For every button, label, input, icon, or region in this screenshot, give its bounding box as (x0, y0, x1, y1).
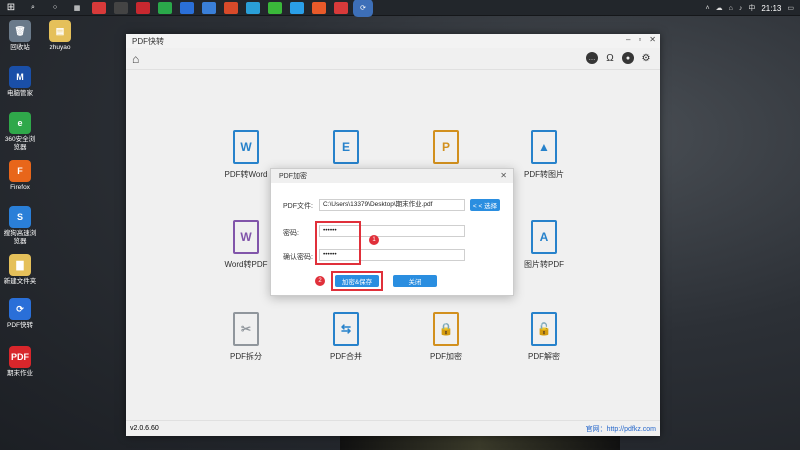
desktop-icon-label: 搜狗高速浏览器 (3, 230, 37, 245)
desktop-icon[interactable]: ⟳ PDF快转 (2, 298, 38, 330)
app-icon: e (9, 112, 31, 134)
app-icon[interactable] (224, 1, 238, 14)
desktop-icon-label: 电脑管家 (7, 90, 33, 97)
app-icon: PDF (9, 346, 31, 368)
network-icon[interactable]: ⌂ (729, 5, 733, 12)
search-icon[interactable]: ⌕ (26, 2, 40, 14)
password-label: 密码: (283, 230, 299, 237)
desktop-icon[interactable]: PDF 期末作业 (2, 346, 38, 378)
document-icon: ▤ (49, 20, 71, 42)
file-label: PDF文件: (283, 203, 313, 210)
app-icon[interactable] (290, 1, 304, 14)
app-titlebar: PDF快转 – ▫ ✕ (126, 34, 660, 48)
file-path-field[interactable]: C:\Users\13379\Desktop\期末作业.pdf (319, 199, 465, 211)
step-badge: 2 (315, 276, 325, 286)
clock[interactable]: 21:13 (761, 4, 781, 13)
close-icon[interactable]: ✕ (500, 171, 507, 180)
app-icon[interactable] (246, 1, 260, 14)
cloud-icon[interactable]: ☁ (716, 4, 723, 12)
desktop-icon-label: zhuyao (49, 44, 71, 51)
close-icon[interactable]: ✕ (649, 35, 656, 44)
taskbar: ⊞ ⌕ ○ ▦ ⟳ ˄ ☁ ⌂ ♪ 中 21:13 ▭ (0, 0, 800, 16)
maximize-icon[interactable]: ▫ (638, 35, 641, 44)
dialog-title: PDF加密 (279, 173, 307, 180)
desktop-icon-label: Firefox (10, 184, 30, 191)
desktop-icon-zhuyao[interactable]: ▤ zhuyao (42, 20, 78, 52)
app-icon[interactable] (114, 1, 128, 14)
app-title: PDF快转 (132, 36, 164, 46)
highlight-box (315, 221, 361, 265)
desktop-icon-label: 360安全浏览器 (4, 136, 36, 151)
desktop-icon[interactable]: F Firefox (2, 160, 38, 192)
app-icon[interactable] (202, 1, 216, 14)
system-tray: ˄ ☁ ⌂ ♪ 中 21:13 ▭ (706, 0, 794, 16)
app-icon[interactable] (92, 1, 106, 14)
start-icon[interactable]: ⊞ (0, 0, 22, 16)
app-icon: ⟳ (9, 298, 31, 320)
close-button[interactable]: 关闭 (393, 275, 437, 287)
app-icon: M (9, 66, 31, 88)
notification-icon[interactable]: ▭ (787, 4, 794, 12)
app-icon[interactable] (334, 1, 348, 14)
desktop-icon-label: PDF快转 (7, 322, 33, 329)
app-icon[interactable] (268, 1, 282, 14)
desktop-icon-label: 新建文件夹 (3, 278, 37, 285)
app-icon: 🗑 (9, 20, 31, 42)
select-file-button[interactable]: < < 选择 (470, 199, 500, 211)
minimize-icon[interactable]: – (626, 35, 630, 44)
confirm-password-label: 确认密码: (283, 254, 313, 261)
desktop-icon[interactable]: 🗑 回收站 (2, 20, 38, 52)
app-icon[interactable] (180, 1, 194, 14)
pdf-encrypt-dialog: PDF加密 ✕ PDF文件: C:\Users\13379\Desktop\期末… (270, 168, 514, 296)
pdf-app-taskbar-icon[interactable]: ⟳ (356, 1, 370, 14)
app-icon: ▇ (9, 254, 31, 276)
cortana-icon[interactable]: ○ (48, 2, 62, 14)
highlight-box (331, 271, 383, 291)
app-icon[interactable] (312, 1, 326, 14)
dialog-titlebar: PDF加密 ✕ (271, 169, 513, 183)
desktop-icon[interactable]: M 电脑管家 (2, 66, 38, 98)
ime-indicator[interactable]: 中 (748, 3, 755, 13)
desktop-icon-label: 期末作业 (7, 370, 33, 377)
app-icon: S (9, 206, 31, 228)
chevron-up-icon[interactable]: ˄ (706, 5, 710, 12)
app-icon[interactable] (136, 1, 150, 14)
desktop-icon-label: 回收站 (10, 44, 30, 51)
app-icon[interactable] (158, 1, 172, 14)
app-icon: F (9, 160, 31, 182)
step-badge: 1 (369, 235, 379, 245)
desktop-icon[interactable]: e 360安全浏览器 (2, 112, 38, 152)
volume-icon[interactable]: ♪ (739, 5, 743, 12)
desktop-icon[interactable]: S 搜狗高速浏览器 (2, 206, 38, 246)
task-view-icon[interactable]: ▦ (70, 2, 84, 14)
desktop-icon[interactable]: ▇ 新建文件夹 (2, 254, 38, 286)
